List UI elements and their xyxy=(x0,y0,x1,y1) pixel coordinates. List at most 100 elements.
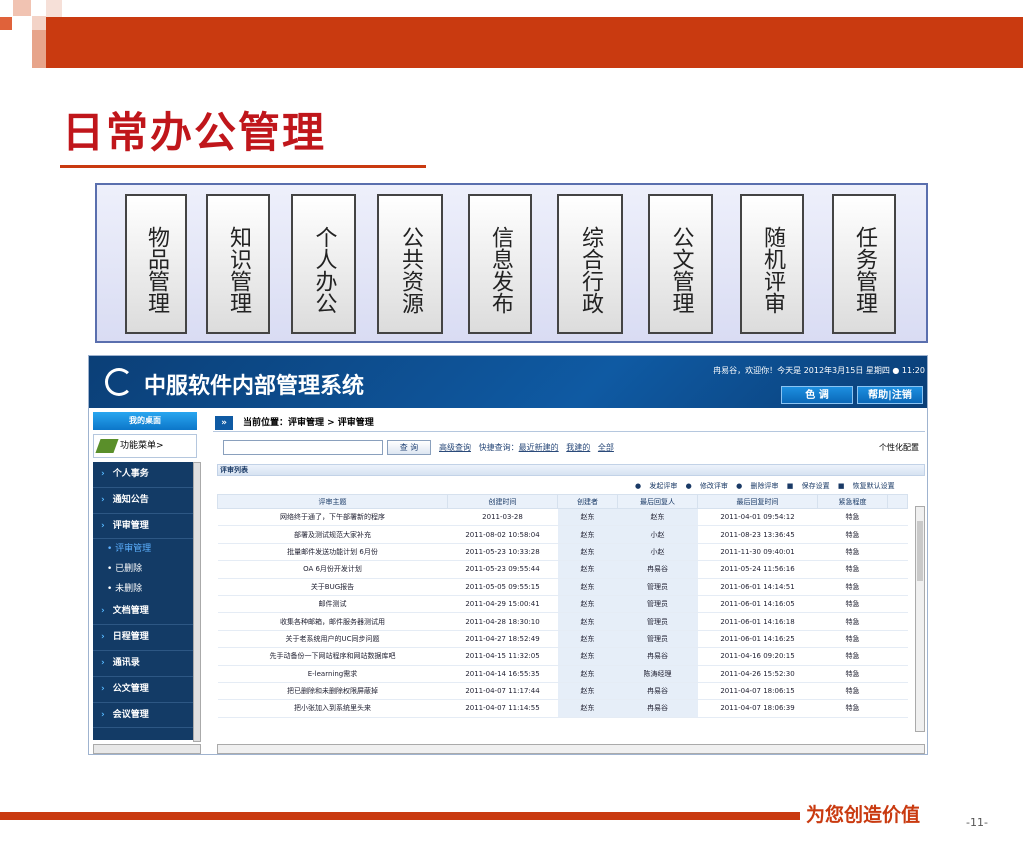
table-cell: 2011-04-28 18:30:10 xyxy=(447,612,558,631)
column-header[interactable]: 创建时间 xyxy=(447,494,558,509)
sidebar-item-meetings[interactable]: › 会议管理 xyxy=(93,703,193,729)
sidebar-item-label: 个人事务 xyxy=(112,469,149,479)
table-row[interactable]: 邮件测试 2011-04-29 15:00:41 赵东 管理员 2011-06-01 1… xyxy=(217,595,908,614)
sidebar-item-personal[interactable]: › 个人事务 xyxy=(93,462,193,488)
table-cell: 邮件测试 xyxy=(217,595,448,614)
table-cell: 特急 xyxy=(817,560,888,579)
sidebar-scrollbar[interactable] xyxy=(193,462,201,742)
table-cell: 赵东 xyxy=(557,560,618,579)
personalize-link[interactable]: 个性化配置 xyxy=(879,442,919,453)
help-logout-button[interactable]: 帮助|注销 xyxy=(857,386,923,404)
table-row[interactable]: OA 6月份开发计划 2011-05-23 09:55:44 赵东 冉易谷 2011-0… xyxy=(217,560,908,579)
footer-slogan: 为您创造价值 xyxy=(806,804,921,826)
table-cell: 2011-11-30 09:40:01 xyxy=(697,543,818,562)
slide-title: 日常办公管理 xyxy=(62,108,327,157)
table-cell: 2011-06-01 14:16:25 xyxy=(697,630,818,649)
list-header: 评审列表 xyxy=(217,464,925,476)
save-settings-button[interactable]: ■ 保存设置 xyxy=(787,482,830,490)
table-cell: 把已删除和未删除权限屏蔽掉 xyxy=(217,682,448,701)
table-cell: E-learning需求 xyxy=(217,665,448,683)
review-table: 评审主题 创建时间 创建者 最后回复人 最后回复时间 紧急程度 网络终于通了，下… xyxy=(217,494,917,718)
table-row[interactable]: 部署及测试规范大家补充 2011-08-02 10:58:04 赵东 小赵 2011-0… xyxy=(217,525,908,544)
sidebar-item-notice[interactable]: › 通知公告 xyxy=(93,488,193,514)
column-header[interactable]: 最后回复人 xyxy=(617,494,698,509)
table-cell: 2011-03-28 xyxy=(447,508,558,527)
sidebar-item-label: 通知公告 xyxy=(112,494,149,505)
column-header[interactable]: 创建者 xyxy=(557,494,618,509)
table-row[interactable]: E-learning需求 2011-04-14 16:55:35 赵东 陈涛经理 201… xyxy=(217,665,908,683)
column-header[interactable]: 评审主题 xyxy=(217,494,448,509)
table-cell: 小赵 xyxy=(617,543,698,562)
table-cell: 特急 xyxy=(817,525,888,544)
sidebar-subitem-review[interactable]: • 评审管理 xyxy=(93,539,193,559)
column-header[interactable]: 最后回复时间 xyxy=(697,494,818,509)
table-hscrollbar[interactable] xyxy=(217,744,925,754)
table-row[interactable]: 网络终于通了，下午部署新的程序 2011-03-28 赵东 赵东 2011-04-01 … xyxy=(217,508,908,527)
function-menu-button[interactable]: 功能菜单> xyxy=(93,434,197,458)
start-review-button[interactable]: ● 发起评审 xyxy=(635,482,677,490)
table-cell: 2011-05-24 11:56:16 xyxy=(697,560,818,579)
sidebar-item-contacts[interactable]: › 通讯录 xyxy=(93,651,193,677)
table-row[interactable]: 把已删除和未删除权限屏蔽掉 2011-04-07 11:17:44 赵东 冉易谷 201… xyxy=(217,682,908,701)
table-cell xyxy=(887,508,908,527)
sidebar-item-label: 日程管理 xyxy=(112,632,149,643)
table-row[interactable]: 批量邮件发送功能计划 6月份 2011-05-23 10:33:28 赵东 小赵 201… xyxy=(217,543,908,562)
scroll-thumb[interactable] xyxy=(917,521,923,581)
table-cell xyxy=(887,595,908,614)
table-cell: 关于老系统用户的UC同步问题 xyxy=(217,630,448,649)
table-row[interactable]: 关于BUG报告 2011-05-05 09:55:15 赵东 管理员 2011-06-0… xyxy=(217,578,908,596)
table-cell: 特急 xyxy=(817,508,888,527)
search-input[interactable] xyxy=(223,440,383,455)
table-row[interactable]: 收集各种邮箱，邮件服务器测试用 2011-04-28 18:30:10 赵东 管理员 2… xyxy=(217,612,908,631)
app-window: 中服软件内部管理系统 冉易谷，欢迎你！今天是 2012年3月15日 星期四 ● … xyxy=(88,355,928,755)
table-cell: 陈涛经理 xyxy=(617,665,698,683)
table-cell: 2011-04-26 15:52:30 xyxy=(697,665,818,683)
sidebar-hscrollbar[interactable] xyxy=(93,744,201,754)
restore-default-button[interactable]: ■ 恢复默认设置 xyxy=(838,482,895,490)
table-cell: 2011-06-01 14:16:18 xyxy=(697,612,818,631)
table-row[interactable]: 把小张加入到系统里头来 2011-04-07 11:14:55 赵东 冉易谷 2011-… xyxy=(217,699,908,718)
sidebar: 我的桌面 功能菜单> › 个人事务 › 通知公告 › 评审管理 • 评审管理 • 已删… xyxy=(89,408,205,754)
module-item-documents: 公文管理 xyxy=(648,194,713,334)
double-chevron-icon[interactable]: » xyxy=(215,416,233,430)
sidebar-item-schedule[interactable]: › 日程管理 xyxy=(93,625,193,651)
table-cell: 2011-05-23 09:55:44 xyxy=(447,560,558,579)
module-item-admin: 综合行政 xyxy=(557,194,623,334)
sidebar-item-review[interactable]: › 评审管理 xyxy=(93,514,193,540)
table-cell: 赵东 xyxy=(557,595,618,614)
table-cell xyxy=(887,699,908,718)
table-row[interactable]: 先手动备份一下网站程序和网站数据库吧 2011-04-15 11:32:05 赵东冉… xyxy=(217,647,908,666)
table-cell xyxy=(887,665,908,683)
sidebar-subitem-undeleted[interactable]: • 未删除 xyxy=(93,579,193,599)
table-cell: 先手动备份一下网站程序和网站数据库吧 xyxy=(217,647,448,666)
action-toolbar: ● 发起评审 ● 修改评审 ● 删除评审 ■ 保存设置 ■ 恢复默认设置 xyxy=(629,481,919,493)
sidebar-item-official-docs[interactable]: › 公文管理 xyxy=(93,677,193,703)
recent-created-link[interactable]: 最近新建的 xyxy=(519,443,559,452)
table-cell: 赵东 xyxy=(557,525,618,544)
chevron-right-icon: › xyxy=(101,520,105,531)
table-vscrollbar[interactable] xyxy=(915,506,925,732)
advanced-search-link[interactable]: 高级查询 xyxy=(439,443,471,452)
created-by-me-link[interactable]: 我建的 xyxy=(566,443,590,452)
sidebar-subitem-deleted[interactable]: • 已删除 xyxy=(93,559,193,579)
search-button[interactable]: 查 询 xyxy=(387,440,431,455)
delete-review-button[interactable]: ● 删除评审 xyxy=(736,482,778,490)
chevron-right-icon: › xyxy=(101,709,105,720)
all-link[interactable]: 全部 xyxy=(598,443,614,452)
breadcrumb: » 当前位置：评审管理 > 评审管理 xyxy=(213,414,925,432)
column-header[interactable]: 紧急程度 xyxy=(817,494,888,509)
table-cell: 特急 xyxy=(817,682,888,701)
table-cell xyxy=(887,560,908,579)
table-cell: 特急 xyxy=(817,647,888,666)
sidebar-item-label: 公文管理 xyxy=(112,683,149,694)
table-cell: 特急 xyxy=(817,543,888,562)
color-theme-button[interactable]: 色 调 xyxy=(781,386,853,404)
menu-icon xyxy=(95,439,119,453)
sidebar-item-label: 文档管理 xyxy=(112,606,149,617)
chevron-right-icon: › xyxy=(101,606,105,617)
table-cell xyxy=(887,630,908,649)
table-row[interactable]: 关于老系统用户的UC同步问题 2011-04-27 18:52:49 赵东 管理员 20… xyxy=(217,630,908,649)
my-desktop-button[interactable]: 我的桌面 xyxy=(93,412,197,430)
sidebar-item-docs[interactable]: › 文档管理 xyxy=(93,599,193,626)
edit-review-button[interactable]: ● 修改评审 xyxy=(686,482,728,490)
